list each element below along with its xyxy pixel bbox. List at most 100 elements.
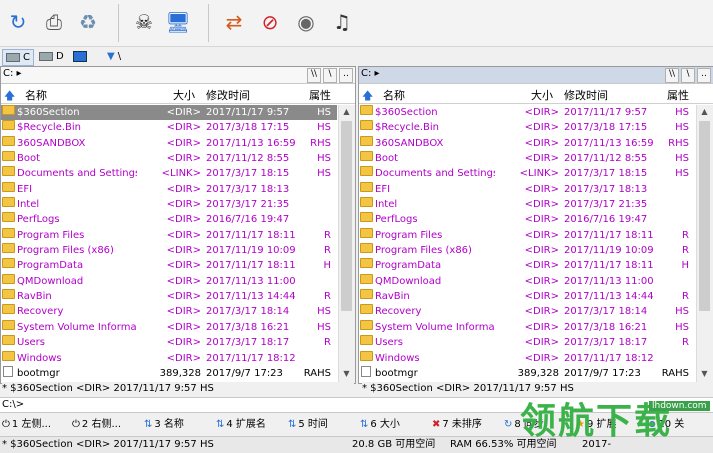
drive-d-button[interactable]: D (36, 49, 67, 64)
root-button[interactable]: \ (681, 68, 695, 83)
table-row[interactable]: Documents and Settings <LINK> 2017/3/17 18… (359, 166, 695, 181)
drive-c-button[interactable]: C (2, 49, 34, 66)
file-date: 2017/11/17 9:57 (206, 107, 290, 118)
table-row[interactable]: Windows <DIR> 2017/11/17 18:12 (1, 350, 337, 366)
column-date[interactable]: 修改时间 (206, 87, 250, 103)
scroll-thumb[interactable] (341, 121, 352, 311)
table-row[interactable]: Boot <DIR> 2017/11/12 8:55 HS (1, 151, 337, 166)
table-row[interactable]: Intel <DIR> 2017/3/17 21:35 (359, 197, 695, 212)
folder-icon (2, 105, 15, 115)
table-row[interactable]: Windows <DIR> 2017/11/17 18:12 (359, 350, 695, 366)
scroll-down-icon[interactable]: ▼ (341, 369, 352, 381)
table-row[interactable]: Recovery <DIR> 2017/3/17 18:14 HS (359, 304, 695, 319)
column-date[interactable]: 修改时间 (564, 87, 608, 103)
table-row[interactable]: 360SANDBOX <DIR> 2017/11/13 16:59 RHS (1, 135, 337, 151)
table-row[interactable]: Program Files <DIR> 2017/11/17 18:11 R (359, 227, 695, 243)
table-row[interactable]: ProgramData <DIR> 2017/11/17 18:11 H (1, 258, 337, 273)
table-row[interactable]: Boot <DIR> 2017/11/12 8:55 HS (359, 151, 695, 166)
fkey-2-button[interactable]: ⏻ 2 右侧... (72, 416, 121, 433)
table-row[interactable]: 360SANDBOX <DIR> 2017/11/13 16:59 RHS (359, 135, 695, 151)
scroll-thumb[interactable] (699, 121, 710, 311)
right-path-bar[interactable]: C: ▸ \\ \ .. (359, 67, 713, 84)
no-entry-icon[interactable]: ⊘ (254, 6, 286, 38)
monitor-icon[interactable]: 🖥 (162, 6, 194, 38)
fkey-1-button[interactable]: ⏻ 1 左侧... (2, 416, 51, 433)
table-row[interactable]: ProgramData <DIR> 2017/11/17 18:11 H (359, 258, 695, 273)
disk-icon[interactable]: ◉ (290, 6, 322, 38)
fkey-3-button[interactable]: ⇅ 3 名称 (144, 416, 184, 433)
table-row[interactable]: PerfLogs <DIR> 2016/7/16 19:47 (1, 212, 337, 227)
music-icon[interactable]: ♫ (326, 6, 358, 38)
file-size: <DIR> (166, 260, 201, 272)
scroll-up-icon[interactable]: ▲ (699, 107, 710, 119)
sort-arrow-icon[interactable]: 🡅 (362, 87, 373, 106)
column-size[interactable]: 大小 (173, 87, 195, 103)
sort-arrow-icon[interactable]: 🡅 (4, 87, 15, 106)
selected-item-info: * $360Section <DIR> 2017/11/17 9:57 HS (2, 439, 214, 450)
left-panel[interactable]: C: ▸ \\ \ .. 🡅 名称 大小 修改时间 属性 $360Section… (0, 66, 356, 384)
up-button[interactable]: .. (697, 68, 711, 83)
scrollbar[interactable]: ▲ ▼ (696, 105, 713, 383)
left-path-bar[interactable]: C: ▸ \\ \ .. (1, 67, 355, 84)
table-row[interactable]: EFI <DIR> 2017/3/17 18:13 (1, 181, 337, 197)
refresh-icon[interactable]: ↻ (2, 6, 34, 38)
table-row[interactable]: $360Section <DIR> 2017/11/17 9:57 HS (359, 105, 695, 120)
table-row[interactable]: PerfLogs <DIR> 2016/7/16 19:47 (359, 212, 695, 227)
table-row[interactable]: Program Files (x86) <DIR> 2017/11/19 10:09… (359, 243, 695, 258)
table-row[interactable]: bootmgr 389,328 2017/9/7 17:23 RAHS (359, 365, 695, 381)
table-row[interactable]: EFI <DIR> 2017/3/17 18:13 (359, 181, 695, 197)
table-row[interactable]: Program Files <DIR> 2017/11/17 18:11 R (1, 227, 337, 243)
printer-icon[interactable]: ⎙ (38, 6, 70, 38)
table-row[interactable]: QMDownload <DIR> 2017/11/13 11:00 (1, 273, 337, 289)
fkey-5-button[interactable]: ⇅ 5 时间 (288, 416, 328, 433)
table-row[interactable]: System Volume Informa... <DIR> 2017/3/18 1… (359, 319, 695, 335)
table-row[interactable]: Documents and Settings <LINK> 2017/3/17 18… (1, 166, 337, 181)
file-name: Windows (375, 352, 420, 364)
root-button[interactable]: \\ (665, 68, 679, 83)
column-name[interactable]: 名称 (383, 87, 405, 103)
scroll-down-icon[interactable]: ▼ (699, 369, 710, 381)
root-button[interactable]: \ (323, 68, 337, 83)
drive-network-button[interactable]: ▼ \ (104, 49, 124, 64)
column-attr[interactable]: 属性 (309, 87, 331, 103)
column-attr[interactable]: 属性 (667, 87, 689, 103)
fkey-4-button[interactable]: ⇅ 4 扩展名 (216, 416, 266, 433)
table-row[interactable]: Users <DIR> 2017/3/17 18:17 R (359, 335, 695, 350)
table-row[interactable]: QMDownload <DIR> 2017/11/13 11:00 (359, 273, 695, 289)
table-row[interactable]: Recovery <DIR> 2017/3/17 18:14 HS (1, 304, 337, 319)
network-icon[interactable]: ⇄ (218, 6, 250, 38)
right-panel[interactable]: C: ▸ \\ \ .. 🡅 名称 大小 修改时间 属性 $360Section… (358, 66, 713, 384)
drive-monitor-button[interactable] (70, 49, 90, 64)
file-list[interactable]: $360Section <DIR> 2017/11/17 9:57 HS $Recycl… (1, 105, 337, 383)
file-size: <DIR> (166, 214, 201, 226)
table-row[interactable]: Program Files (x86) <DIR> 2017/11/19 10:09… (1, 243, 337, 258)
file-date: 2017/3/17 18:15 (206, 168, 290, 180)
file-attr: HS (317, 306, 331, 318)
table-row[interactable]: Users <DIR> 2017/3/17 18:17 R (1, 335, 337, 350)
folder-icon (360, 227, 373, 238)
file-list[interactable]: $360Section <DIR> 2017/11/17 9:57 HS $Recycl… (359, 105, 695, 383)
file-attr: HS (675, 122, 689, 134)
table-row[interactable]: $360Section <DIR> 2017/11/17 9:57 HS (1, 105, 337, 121)
file-size: <DIR> (524, 352, 559, 364)
scroll-up-icon[interactable]: ▲ (341, 107, 352, 119)
fkey-7-button[interactable]: ✖ 7 未排序 (432, 416, 482, 433)
table-row[interactable]: $Recycle.Bin <DIR> 2017/3/18 17:15 HS (1, 120, 337, 135)
table-row[interactable]: Intel <DIR> 2017/3/17 21:35 (1, 197, 337, 212)
recycle-bin-icon[interactable]: ♻ (72, 6, 104, 38)
fkey-6-button[interactable]: ⇅ 6 大小 (360, 416, 400, 433)
root-button[interactable]: \\ (307, 68, 321, 83)
table-row[interactable]: RavBin <DIR> 2017/11/13 14:44 R (359, 289, 695, 304)
folder-icon (360, 212, 373, 223)
up-button[interactable]: .. (339, 68, 353, 83)
scrollbar[interactable]: ▲ ▼ (338, 105, 355, 383)
table-row[interactable]: $Recycle.Bin <DIR> 2017/3/18 17:15 HS (359, 120, 695, 135)
column-header: 🡅 名称 大小 修改时间 属性 (1, 85, 355, 104)
column-name[interactable]: 名称 (25, 87, 47, 103)
folder-icon (2, 304, 15, 315)
table-row[interactable]: bootmgr 389,328 2017/9/7 17:23 RAHS (1, 365, 337, 381)
column-size[interactable]: 大小 (531, 87, 553, 103)
table-row[interactable]: System Volume Informa... <DIR> 2017/3/18 1… (1, 319, 337, 335)
skull-icon[interactable]: ☠ (128, 6, 160, 38)
table-row[interactable]: RavBin <DIR> 2017/11/13 14:44 R (1, 289, 337, 304)
